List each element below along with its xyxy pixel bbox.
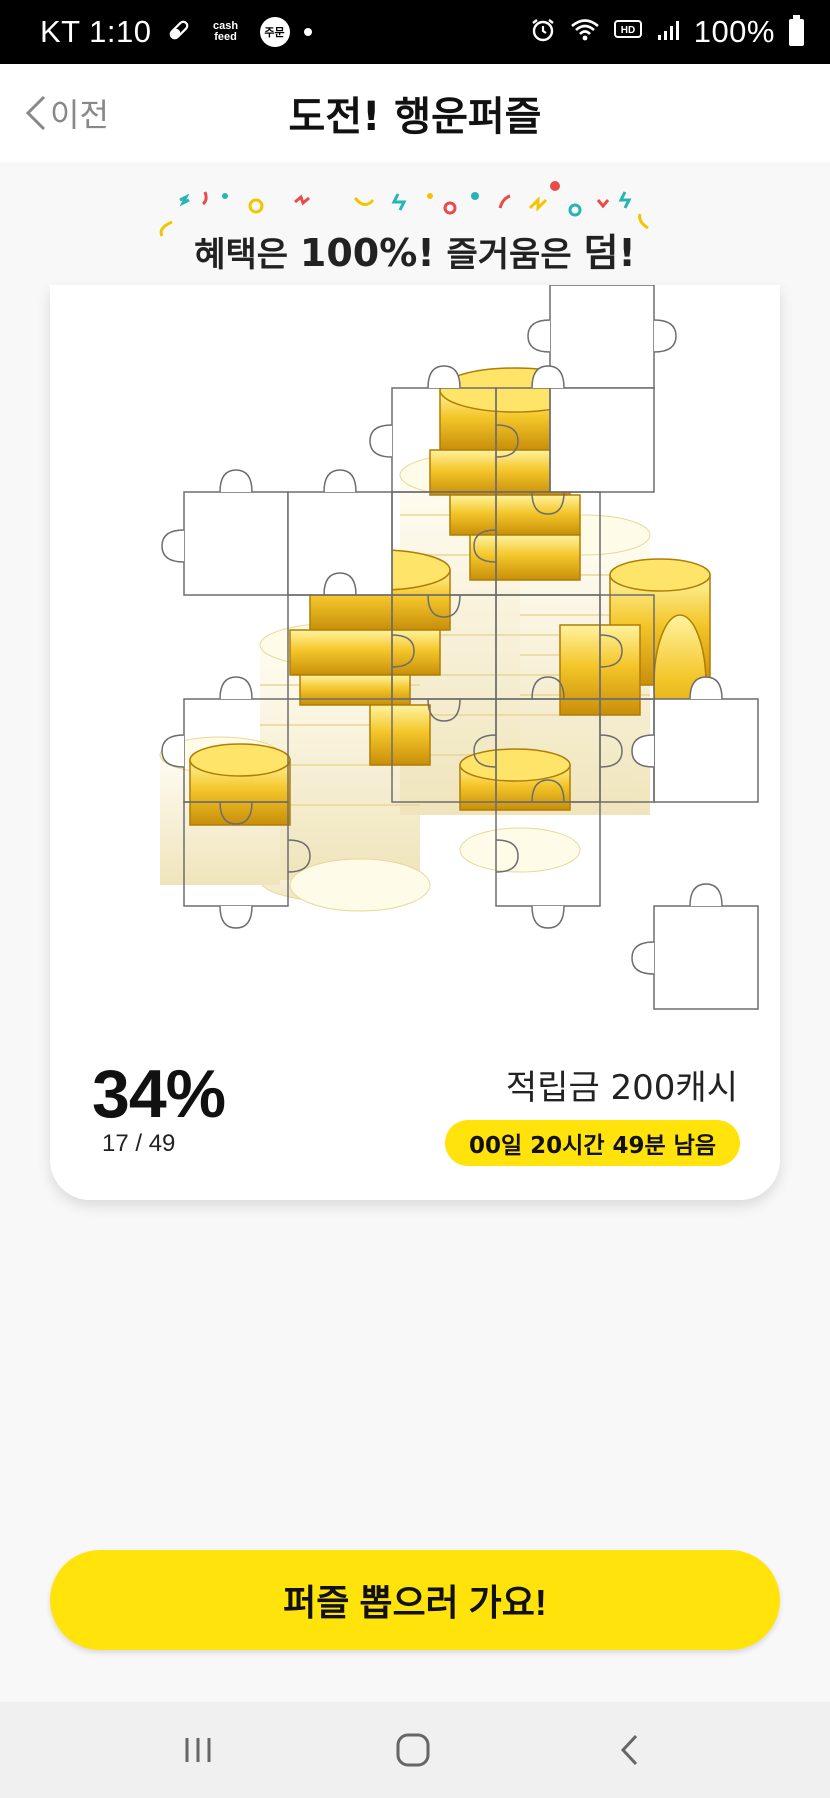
battery-percent: 100% <box>693 14 775 49</box>
home-icon <box>396 1733 430 1767</box>
puzzle-card: 34% 17 / 49 적립금 200캐시 00일 20시간 49분 남음 <box>50 285 780 1200</box>
page-title: 도전! 행운퍼즐 <box>288 94 542 140</box>
recent-apps-button[interactable] <box>168 1730 228 1770</box>
signal-icon <box>656 18 680 47</box>
banner-text-c: 즐거움은 <box>434 235 584 275</box>
pill-icon <box>166 17 192 48</box>
get-puzzle-button[interactable]: 퍼즐 뽑으러 가요! <box>50 1550 780 1650</box>
status-bar-left: KT 1:10 cash feed 주문 <box>40 14 312 50</box>
cashfeed-icon: cash feed <box>212 20 239 43</box>
recent-apps-icon <box>185 1738 211 1762</box>
order-badge-icon: 주문 <box>259 17 290 47</box>
banner-text-b: 100%! <box>299 231 435 275</box>
banner-text: 혜택은 100%! 즐거움은 덤! <box>150 222 680 277</box>
banner-text-a: 혜택은 <box>194 235 300 275</box>
app-header: 이전 도전! 행운퍼즐 <box>0 64 830 162</box>
reward-label: 적립금 200캐시 <box>505 1068 738 1108</box>
progress-percent: 34% <box>92 1056 226 1132</box>
system-nav-bar <box>0 1702 830 1798</box>
system-back-button[interactable] <box>600 1730 660 1770</box>
time-left-badge: 00일 20시간 49분 남음 <box>444 1120 740 1166</box>
notification-dot <box>303 28 312 36</box>
promo-banner: 혜택은 100%! 즐거움은 덤! <box>150 178 680 278</box>
status-bar-right: HD 100% <box>530 14 804 50</box>
gold-coins-puzzle-image <box>159 285 759 1010</box>
back-icon <box>620 1734 638 1766</box>
wifi-icon <box>570 17 600 48</box>
battery-icon <box>789 14 804 46</box>
banner-text-d: 덤! <box>583 231 636 275</box>
home-button[interactable] <box>383 1730 443 1770</box>
status-bar: KT 1:10 cash feed 주문 HD 100% <box>0 0 830 64</box>
hd-voice-icon: HD <box>613 18 642 47</box>
svg-text:HD: HD <box>620 25 634 36</box>
progress-count: 17 / 49 <box>102 1130 176 1157</box>
carrier-time: KT 1:10 <box>40 14 152 49</box>
alarm-icon <box>530 17 556 48</box>
